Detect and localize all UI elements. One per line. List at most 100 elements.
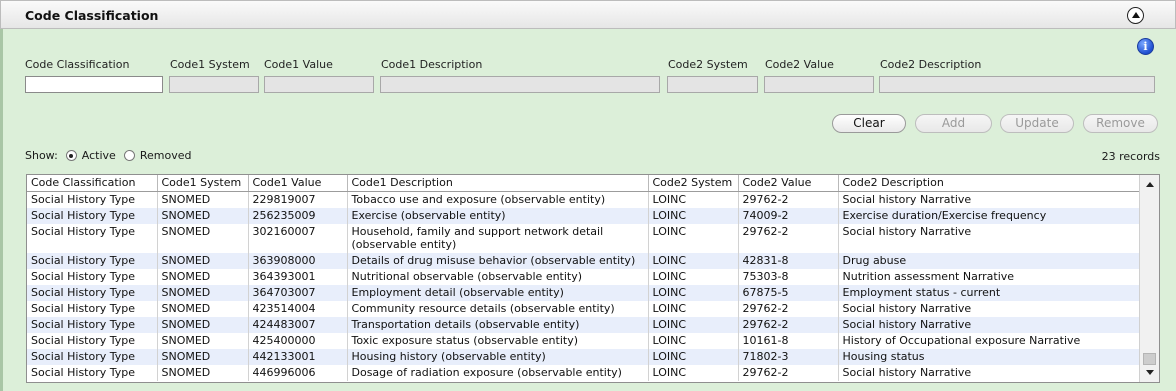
clear-button[interactable]: Clear [832,114,906,133]
column-header[interactable]: Code1 System [157,175,249,192]
table-cell: 10161-8 [738,332,839,349]
panel-header: Code Classification [0,0,1176,29]
table-row[interactable]: Social History Type SNOMED 442133001 Housin… [27,348,1140,365]
table-cell: 75303-8 [738,268,839,285]
table-cell: Social History Type [27,223,158,253]
table-row[interactable]: Social History Type SNOMED 424483007 Transp… [27,316,1140,333]
table-cell: 29762-2 [738,191,839,208]
table-cell: SNOMED [157,252,249,269]
table-row[interactable]: Social History Type SNOMED 423514004 Commun… [27,300,1140,317]
table-cell: 74009-2 [738,207,839,224]
table-cell: Social history Narrative [838,223,1140,253]
table-cell: Nutritional observable (observable entit… [347,268,649,285]
code2-value-field [764,76,874,93]
table-cell: 29762-2 [738,316,839,333]
table-cell: SNOMED [157,284,249,301]
table-cell: 364393001 [248,268,348,285]
code2-description-field [879,76,1155,93]
code2-description-label: Code2 Description [880,58,982,71]
table-cell: History of Occupational exposure Narrati… [838,332,1140,349]
table-cell: LOINC [648,300,739,317]
table-cell: Household, family and support network de… [347,223,649,253]
table-cell: SNOMED [157,348,249,365]
table-row[interactable]: Social History Type SNOMED 256235009 Exerci… [27,207,1140,224]
table-row[interactable]: Social History Type SNOMED 229819007 Tobacc… [27,191,1140,208]
table-row[interactable]: Social History Type SNOMED 425400000 Toxic … [27,332,1140,349]
table-cell: LOINC [648,316,739,333]
table-row[interactable]: Social History Type SNOMED 364703007 Employ… [27,284,1140,301]
table-cell: Social History Type [27,332,158,349]
table-cell: Details of drug misuse behavior (observa… [347,252,649,269]
column-header[interactable]: Code2 System [648,175,739,192]
table-cell: SNOMED [157,332,249,349]
removed-radio-label[interactable]: Removed [140,149,192,162]
table-row[interactable]: Social History Type SNOMED 363908000 Detail… [27,252,1140,269]
scroll-down-icon[interactable] [1143,366,1156,379]
table-cell: LOINC [648,191,739,208]
table-cell: 363908000 [248,252,348,269]
table-cell: Employment status - current [838,284,1140,301]
table-row[interactable]: Social History Type SNOMED 302160007 Househ… [27,223,1140,253]
table-cell: Social History Type [27,268,158,285]
table-cell: LOINC [648,252,739,269]
code-classification-input[interactable] [25,76,163,93]
column-header[interactable]: Code Classification [27,175,158,192]
table-cell: Housing status [838,348,1140,365]
update-button[interactable]: Update [1000,114,1074,133]
table-cell: Social history Narrative [838,300,1140,317]
table-cell: 442133001 [248,348,348,365]
table-cell: Tobacco use and exposure (observable ent… [347,191,649,208]
code2-system-field [667,76,758,93]
code1-description-label: Code1 Description [381,58,483,71]
table-cell: LOINC [648,223,739,253]
table-cell: Housing history (observable entity) [347,348,649,365]
table-cell: SNOMED [157,316,249,333]
table-cell: 71802-3 [738,348,839,365]
table-cell: 423514004 [248,300,348,317]
panel-title: Code Classification [25,8,159,23]
add-button[interactable]: Add [915,114,992,133]
table-row[interactable]: Social History Type SNOMED 446996006 Dosage… [27,364,1140,381]
table-cell: Exercise duration/Exercise frequency [838,207,1140,224]
active-radio-label[interactable]: Active [82,149,116,162]
table-cell: SNOMED [157,207,249,224]
table-cell: LOINC [648,364,739,381]
table-cell: 67875-5 [738,284,839,301]
column-header[interactable]: Code1 Value [248,175,348,192]
table-cell: Social History Type [27,284,158,301]
code2-value-label: Code2 Value [765,58,834,71]
table-cell: 29762-2 [738,300,839,317]
active-radio[interactable] [65,150,77,161]
table-cell: 302160007 [248,223,348,253]
removed-radio[interactable] [123,150,135,161]
table-cell: Social History Type [27,300,158,317]
column-header[interactable]: Code2 Description [838,175,1140,192]
table-cell: Exercise (observable entity) [347,207,649,224]
collapse-icon[interactable] [1127,7,1144,24]
code1-system-field [169,76,259,93]
column-header[interactable]: Code1 Description [347,175,649,192]
table-cell: Employment detail (observable entity) [347,284,649,301]
table-cell: Nutrition assessment Narrative [838,268,1140,285]
column-header[interactable]: Code2 Value [738,175,839,192]
table-cell: 446996006 [248,364,348,381]
remove-button[interactable]: Remove [1083,114,1158,133]
code1-description-field [380,76,660,93]
table-cell: SNOMED [157,191,249,208]
panel-left-edge [0,29,3,391]
code-classification-grid: Code Classification Code1 System Code1 V… [26,174,1160,383]
table-cell: Social History Type [27,191,158,208]
code2-system-label: Code2 System [668,58,748,71]
table-row[interactable]: Social History Type SNOMED 364393001 Nutrit… [27,268,1140,285]
table-cell: Social History Type [27,364,158,381]
table-cell: SNOMED [157,300,249,317]
scroll-thumb[interactable] [1143,353,1156,365]
table-cell: Dosage of radiation exposure (observable… [347,364,649,381]
scroll-up-icon[interactable] [1143,178,1156,191]
show-label: Show: [25,149,58,162]
table-cell: SNOMED [157,364,249,381]
info-icon[interactable]: i [1137,38,1154,55]
vertical-scrollbar[interactable] [1139,175,1159,382]
table-cell: 364703007 [248,284,348,301]
show-filter: Show: Active Removed [25,149,191,162]
